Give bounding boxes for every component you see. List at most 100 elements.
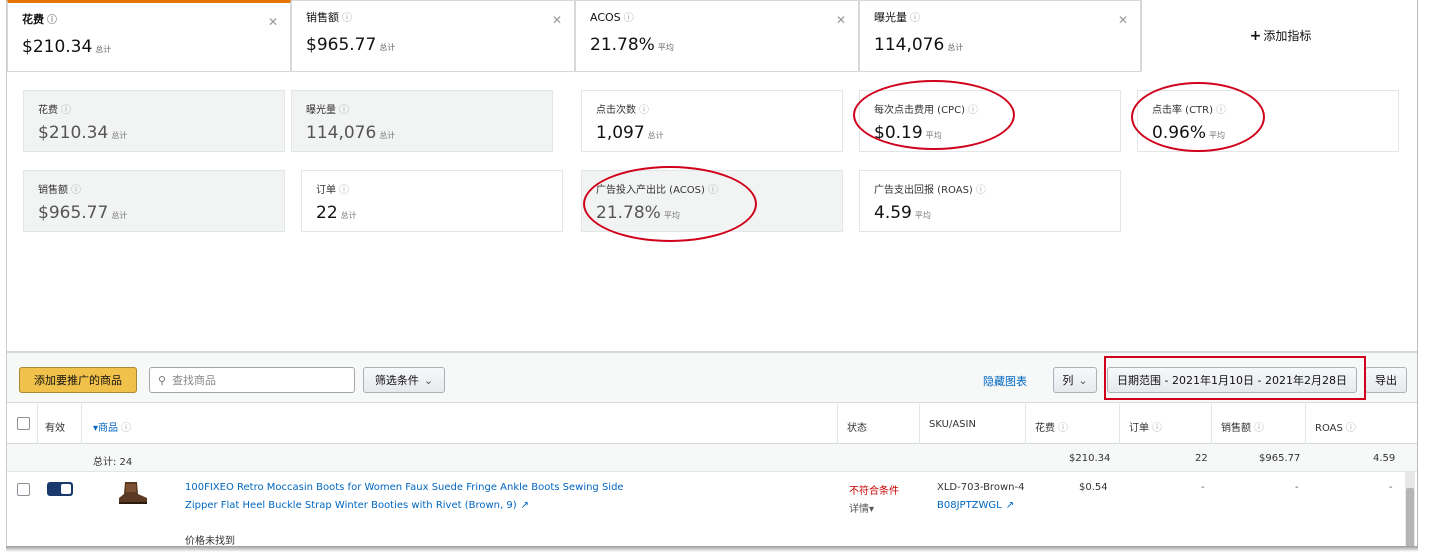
info-icon: ⓘ	[121, 423, 132, 434]
metric-tab-impressions[interactable]: 曝光量 ⓘ ✕ 114,076 总计	[859, 0, 1141, 72]
select-all-checkbox[interactable]	[17, 417, 30, 430]
table-scrollbar[interactable]	[1405, 472, 1415, 546]
info-icon: ⓘ	[339, 185, 349, 196]
search-icon: ⚲	[158, 373, 167, 387]
info-icon: ⓘ	[910, 13, 920, 24]
metric-tab-label: 花费 ⓘ	[22, 13, 57, 26]
header-active: 有效	[45, 423, 65, 434]
sku-value: XLD-703-Brown-4	[937, 482, 1025, 493]
metric-tab-value: 114,076 总计	[874, 35, 964, 55]
metric-card-cpc[interactable]: 每次点击费用 (CPC) ⓘ $0.19 平均	[859, 90, 1121, 152]
row-sales: -	[1295, 482, 1299, 493]
header-spend[interactable]: 花费 ⓘ	[1035, 419, 1068, 434]
external-link-icon: ↗	[1005, 500, 1015, 511]
info-icon: ⓘ	[47, 15, 57, 26]
filter-label: 筛选条件	[374, 374, 419, 387]
metric-card-value: 1,097 总计	[596, 123, 664, 143]
metric-card-label: 点击次数 ⓘ	[596, 105, 649, 116]
info-icon: ⓘ	[1345, 423, 1356, 434]
export-button[interactable]: 导出	[1365, 367, 1407, 393]
close-icon[interactable]: ✕	[836, 13, 846, 27]
metric-tab-sales[interactable]: 销售额 ⓘ ✕ $965.77 总计	[291, 0, 575, 72]
header-product[interactable]: ▾商品 ⓘ	[93, 419, 131, 434]
metric-card-value: 114,076 总计	[306, 123, 396, 143]
row-checkbox[interactable]	[17, 483, 30, 496]
close-icon[interactable]: ✕	[1118, 13, 1128, 27]
header-roas[interactable]: ROAS ⓘ	[1315, 419, 1356, 434]
metric-card-value: 21.78% 平均	[596, 203, 680, 223]
row-spend: $0.54	[1079, 482, 1108, 493]
header-sku[interactable]: SKU/ASIN	[929, 419, 976, 430]
price-not-found-note: 价格未找到	[185, 536, 235, 546]
totals-roas: 4.59	[1373, 453, 1396, 464]
metric-card-label: 订单 ⓘ	[316, 185, 349, 196]
close-icon[interactable]: ✕	[552, 13, 562, 27]
metric-card-orders[interactable]: 订单 ⓘ 22 总计	[301, 170, 563, 232]
info-icon: ⓘ	[1058, 423, 1068, 434]
status-details-link[interactable]: 详情▾	[849, 500, 874, 515]
totals-orders: 22	[1195, 453, 1208, 464]
close-icon[interactable]: ✕	[268, 15, 278, 29]
info-icon: ⓘ	[707, 185, 718, 196]
row-orders: -	[1201, 482, 1205, 493]
dashboard-frame: 花费 ⓘ ✕ $210.34 总计 销售额 ⓘ ✕ $965.77 总计 ACOS ⓘ ✕…	[6, 0, 1418, 546]
product-thumbnail[interactable]	[115, 480, 149, 506]
add-metric-label: 添加指标	[1263, 29, 1312, 43]
metric-card-label: 广告支出回报 (ROAS) ⓘ	[874, 185, 986, 196]
metric-card-value: 22 总计	[316, 203, 357, 223]
add-products-button[interactable]: 添加要推广的商品	[19, 367, 137, 393]
info-icon: ⓘ	[61, 105, 71, 116]
info-icon: ⓘ	[342, 13, 352, 24]
metric-card-ctr[interactable]: 点击率 (CTR) ⓘ 0.96% 平均	[1137, 90, 1399, 152]
metric-tab-spend[interactable]: 花费 ⓘ ✕ $210.34 总计	[7, 0, 291, 72]
asin-link[interactable]: B08JPTZWGL ↗	[937, 500, 1014, 511]
metric-card-impressions[interactable]: 曝光量 ⓘ 114,076 总计	[291, 90, 553, 152]
metric-card-value: $965.77 总计	[38, 203, 128, 223]
metric-tab-value: 21.78% 平均	[590, 35, 674, 55]
product-title-line2[interactable]: Zipper Flat Heel Buckle Strap Winter Boo…	[185, 500, 529, 511]
metric-card-label: 曝光量 ⓘ	[306, 105, 349, 116]
columns-button[interactable]: 列 ⌄	[1053, 367, 1097, 393]
metric-card-value: 0.96% 平均	[1152, 123, 1226, 143]
info-icon: ⓘ	[71, 185, 81, 196]
info-icon: ⓘ	[1216, 105, 1227, 116]
metric-selector-panel: 花费 ⓘ $210.34 总计 曝光量 ⓘ 114,076 总计 点击次数 ⓘ 1,097…	[7, 72, 1417, 352]
columns-label: 列	[1062, 374, 1074, 387]
info-icon: ⓘ	[975, 185, 986, 196]
totals-spend: $210.34	[1069, 453, 1111, 464]
info-icon: ⓘ	[1152, 423, 1162, 434]
totals-sales: $965.77	[1259, 453, 1301, 464]
metric-tab-label: 销售额 ⓘ	[306, 11, 352, 24]
header-status[interactable]: 状态	[847, 419, 867, 434]
metric-tab-value: $965.77 总计	[306, 35, 396, 55]
metric-card-clicks[interactable]: 点击次数 ⓘ 1,097 总计	[581, 90, 843, 152]
totals-row: 总计: 24 $210.34 22 $965.77 4.59	[7, 444, 1417, 472]
info-icon: ⓘ	[339, 105, 349, 116]
info-icon: ⓘ	[1254, 423, 1264, 434]
search-input[interactable]: ⚲ 查找商品	[149, 367, 355, 393]
header-sales[interactable]: 销售额 ⓘ	[1221, 419, 1264, 434]
scrollbar-thumb[interactable]	[1406, 488, 1414, 546]
metric-card-value: 4.59 平均	[874, 203, 931, 223]
info-icon: ⓘ	[623, 13, 634, 24]
add-metric-button[interactable]: + 添加指标	[1141, 0, 1417, 72]
metric-card-sales[interactable]: 销售额 ⓘ $965.77 总计	[23, 170, 285, 232]
metric-tab-label: ACOS ⓘ	[590, 11, 634, 24]
metric-card-spend[interactable]: 花费 ⓘ $210.34 总计	[23, 90, 285, 152]
filter-button[interactable]: 筛选条件 ⌄	[363, 367, 445, 393]
annotation-box-date-range	[1104, 356, 1366, 400]
metric-tab-label: 曝光量 ⓘ	[874, 11, 920, 24]
metric-card-acos[interactable]: 广告投入产出比 (ACOS) ⓘ 21.78% 平均	[581, 170, 843, 232]
metric-card-value: $0.19 平均	[874, 123, 942, 143]
search-placeholder: 查找商品	[172, 374, 217, 387]
product-title-line1[interactable]: 100FIXEO Retro Moccasin Boots for Women …	[185, 482, 624, 493]
metric-card-label: 每次点击费用 (CPC) ⓘ	[874, 105, 978, 116]
header-orders[interactable]: 订单 ⓘ	[1129, 419, 1162, 434]
metric-card-label: 花费 ⓘ	[38, 105, 71, 116]
external-link-icon[interactable]: ↗	[521, 500, 529, 511]
metric-tab-acos[interactable]: ACOS ⓘ ✕ 21.78% 平均	[575, 0, 859, 72]
info-icon: ⓘ	[639, 105, 649, 116]
hide-chart-link[interactable]: 隐藏图表	[983, 373, 1027, 389]
metric-card-roas[interactable]: 广告支出回报 (ROAS) ⓘ 4.59 平均	[859, 170, 1121, 232]
active-toggle[interactable]	[47, 482, 73, 496]
